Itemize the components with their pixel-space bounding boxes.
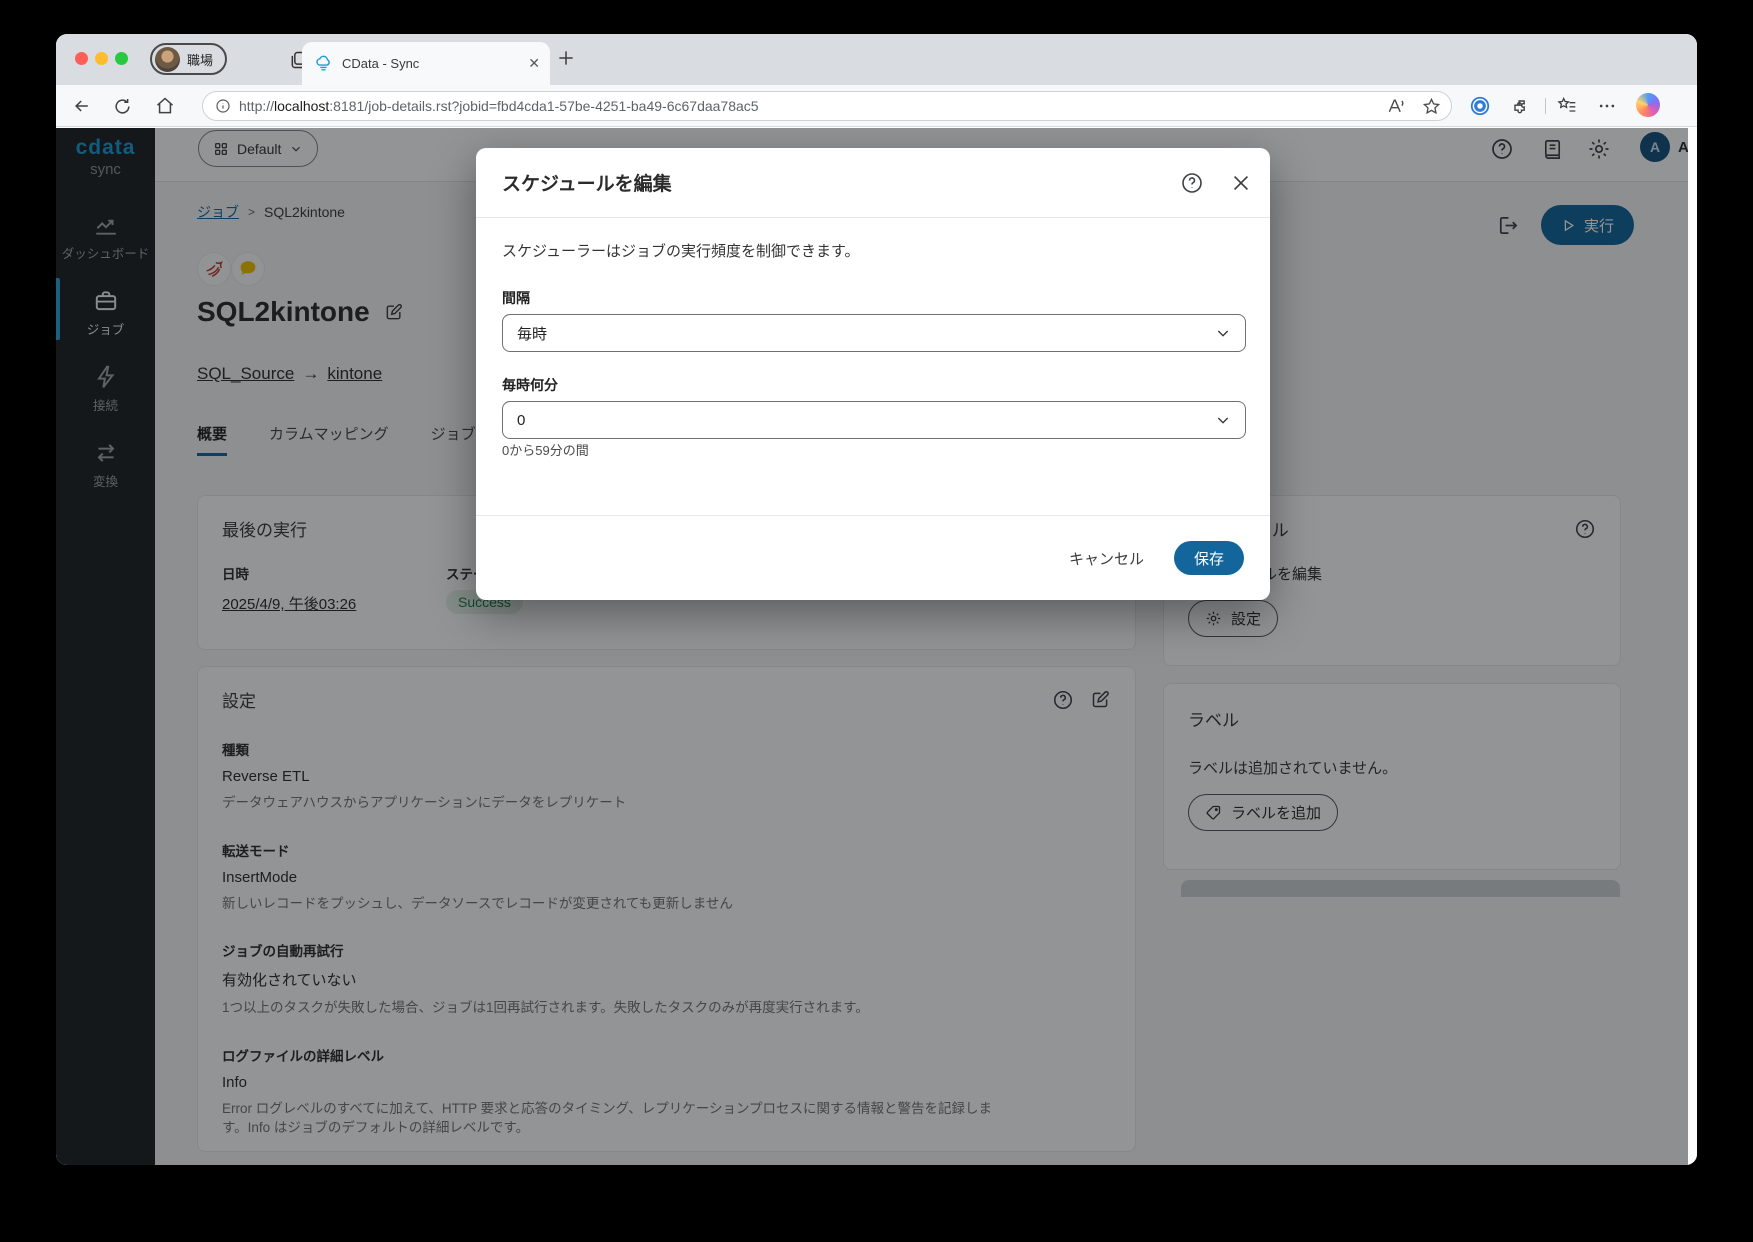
minute-help-text: 0から59分の間	[502, 443, 589, 458]
favorites-bar-icon[interactable]	[1554, 93, 1580, 119]
home-icon[interactable]	[152, 93, 178, 119]
tab-close-icon[interactable]: ✕	[528, 55, 540, 72]
window-zoom-button[interactable]	[115, 52, 128, 65]
tab-title: CData - Sync	[342, 56, 420, 71]
browser-tabstrip: 職場 CData - Sync ✕	[56, 34, 1697, 85]
new-tab-button[interactable]	[556, 48, 576, 68]
modal-description: スケジューラーはジョブの実行頻度を制御できます。	[502, 243, 860, 260]
app-viewport: cdata sync ダッシュボード ジョブ 接続 変換 Default A ジ…	[56, 128, 1697, 1165]
window-close-button[interactable]	[75, 52, 88, 65]
profile-avatar	[155, 46, 180, 72]
extensions-puzzle-icon[interactable]	[1507, 93, 1533, 119]
back-icon[interactable]	[69, 93, 95, 119]
modal-close-icon[interactable]	[1230, 172, 1252, 194]
site-info-icon[interactable]	[215, 98, 231, 114]
copilot-icon[interactable]	[1636, 93, 1660, 117]
cancel-button[interactable]: キャンセル	[1069, 548, 1144, 569]
browser-tab[interactable]: CData - Sync ✕	[302, 42, 550, 85]
modal-title: スケジュールを編集	[502, 174, 672, 195]
window-minimize-button[interactable]	[95, 52, 108, 65]
interval-select[interactable]: 毎時	[502, 314, 1246, 352]
minute-label: 毎時何分	[502, 377, 558, 393]
favorite-star-icon[interactable]	[1422, 97, 1441, 116]
chevron-down-icon	[1215, 325, 1231, 341]
cdata-favicon	[314, 54, 333, 73]
profile-label: 職場	[187, 52, 214, 68]
save-button[interactable]: 保存	[1173, 541, 1244, 575]
browser-profile-button[interactable]: 職場	[150, 43, 228, 75]
refresh-icon[interactable]	[109, 93, 135, 119]
browser-window: 職場 CData - Sync ✕ http://localhost:8181/…	[56, 34, 1697, 1165]
url-text[interactable]: http://localhost:8181/job-details.rst?jo…	[239, 98, 1378, 114]
url-bar[interactable]: http://localhost:8181/job-details.rst?jo…	[202, 91, 1452, 121]
scrollbar-track[interactable]	[1688, 128, 1697, 1165]
read-aloud-icon[interactable]	[1386, 96, 1406, 116]
toolbar-divider	[1545, 98, 1546, 114]
more-menu-icon[interactable]	[1594, 93, 1620, 119]
browser-toolbar: http://localhost:8181/job-details.rst?jo…	[56, 85, 1697, 127]
chevron-down-icon	[1215, 412, 1231, 428]
password-manager-icon[interactable]	[1467, 93, 1493, 119]
interval-label: 間隔	[502, 290, 530, 306]
modal-help-icon[interactable]	[1180, 171, 1204, 195]
edit-schedule-modal: スケジュールを編集 スケジューラーはジョブの実行頻度を制御できます。 間隔 毎時	[476, 148, 1270, 600]
minute-select[interactable]: 0	[502, 401, 1246, 439]
